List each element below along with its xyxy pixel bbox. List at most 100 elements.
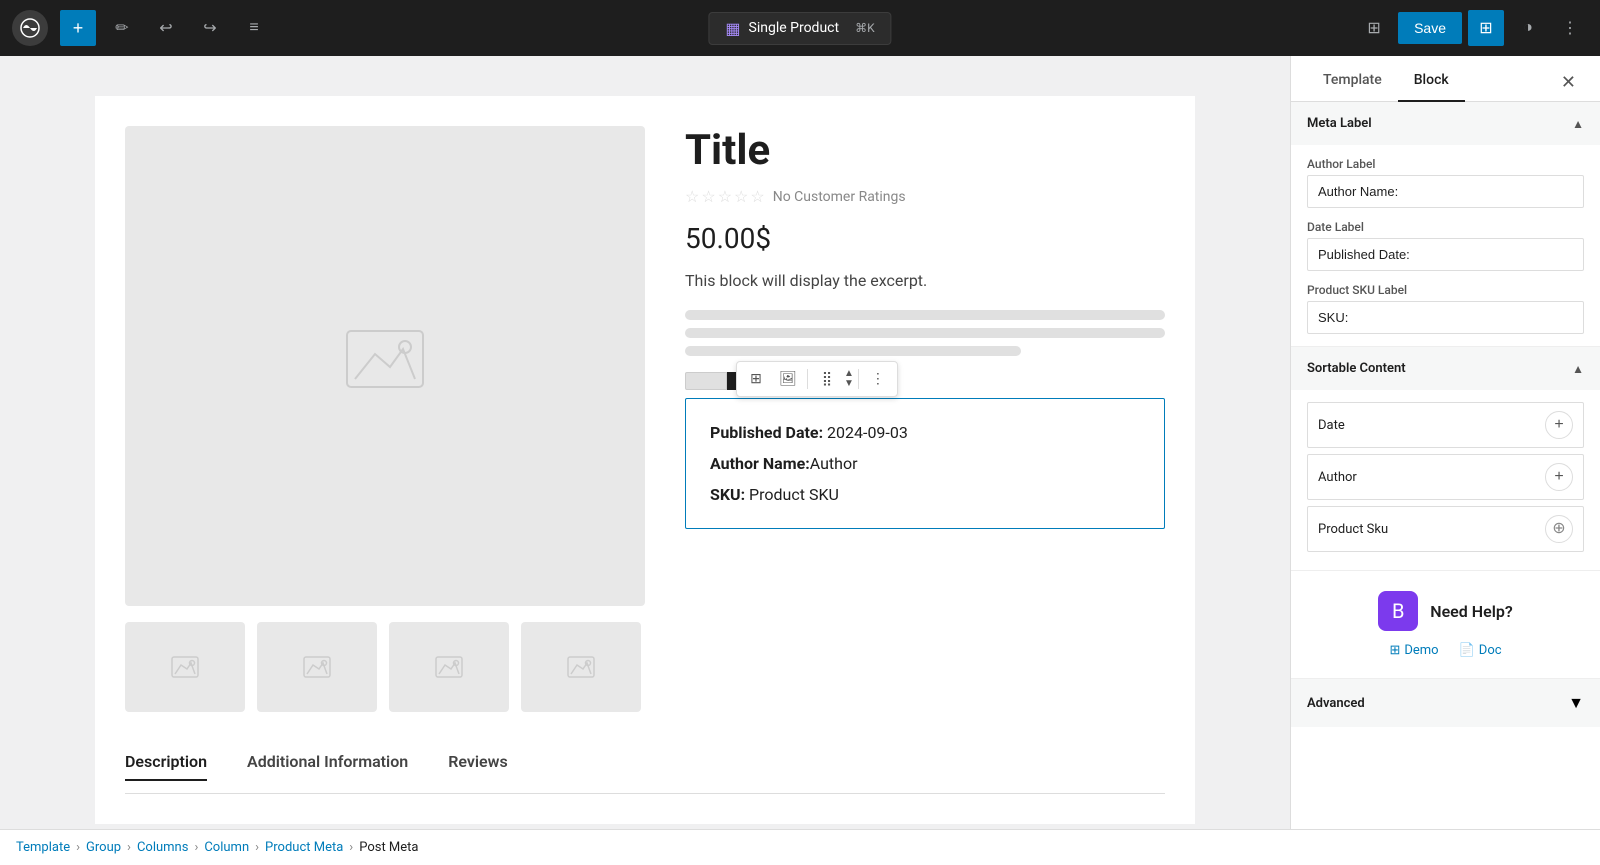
sortable-item-date[interactable]: Date + bbox=[1307, 402, 1584, 448]
meta-author-value: Author bbox=[810, 454, 858, 473]
thumbnail-2[interactable] bbox=[257, 622, 377, 712]
product-tabs: Description Additional Information Revie… bbox=[125, 752, 1165, 794]
bar-1 bbox=[685, 310, 1165, 320]
breadcrumb-post-meta[interactable]: Post Meta bbox=[359, 840, 418, 855]
product-page: Title ☆ ☆ ☆ ☆ ☆ No Customer Ratings 50.0… bbox=[95, 96, 1195, 824]
add-block-button[interactable]: + bbox=[60, 10, 96, 46]
tools-button[interactable]: ✏ bbox=[104, 10, 140, 46]
help-links: ⊞ Demo 📄 Doc bbox=[1389, 643, 1501, 658]
save-button[interactable]: Save bbox=[1398, 12, 1462, 44]
sortable-content-body: Date + Author + Product Sku ⊕ bbox=[1291, 390, 1600, 570]
meta-toolbar-arrows: ▲ ▼ bbox=[844, 369, 854, 389]
stars: ☆ ☆ ☆ ☆ ☆ bbox=[685, 187, 765, 206]
product-content: Title ☆ ☆ ☆ ☆ ☆ No Customer Ratings 50.0… bbox=[125, 126, 1165, 712]
star-3: ☆ bbox=[718, 187, 732, 206]
breadcrumb-columns[interactable]: Columns bbox=[137, 840, 189, 855]
template-badge[interactable]: ▦ Single Product ⌘K bbox=[708, 12, 891, 45]
author-label-input[interactable] bbox=[1307, 175, 1584, 208]
product-loading-bars bbox=[685, 310, 1165, 356]
star-4: ☆ bbox=[734, 187, 748, 206]
template-label: Single Product bbox=[749, 20, 840, 36]
meta-toolbar-icon-drag[interactable]: ⣿ bbox=[812, 364, 842, 394]
redo-button[interactable]: ↪ bbox=[192, 10, 228, 46]
demo-label: Demo bbox=[1404, 643, 1438, 658]
meta-sku-val: Product SKU bbox=[749, 485, 839, 504]
demo-link[interactable]: ⊞ Demo bbox=[1389, 643, 1438, 658]
breadcrumb-sep-5: › bbox=[349, 840, 353, 855]
tab-reviews[interactable]: Reviews bbox=[448, 752, 508, 781]
rating-text: No Customer Ratings bbox=[773, 189, 906, 205]
product-thumbnails bbox=[125, 622, 645, 712]
meta-published-date-label: Published Date: bbox=[710, 423, 823, 442]
date-label-input[interactable] bbox=[1307, 238, 1584, 271]
product-title: Title bbox=[685, 126, 1165, 175]
meta-toolbar-icon-grid[interactable]: ⊞ bbox=[741, 364, 771, 394]
main-image-placeholder-icon bbox=[345, 329, 425, 404]
meta-label-section: Meta Label ▲ Author Label Date Label Pro… bbox=[1291, 102, 1600, 347]
sortable-content-section: Sortable Content ▲ Date + Author + Produ… bbox=[1291, 347, 1600, 571]
sortable-sku-add[interactable]: ⊕ bbox=[1545, 515, 1573, 543]
doc-label: Doc bbox=[1479, 643, 1502, 658]
breadcrumb-column[interactable]: Column bbox=[204, 840, 249, 855]
breadcrumb-bar: Template › Group › Columns › Column › Pr… bbox=[0, 829, 1600, 865]
sku-label-input[interactable] bbox=[1307, 301, 1584, 334]
block-btn-first[interactable] bbox=[685, 372, 727, 390]
list-view-button[interactable]: ≡ bbox=[236, 10, 272, 46]
breadcrumb-sep-3: › bbox=[194, 840, 198, 855]
theme-button[interactable]: ⊞ bbox=[1468, 10, 1504, 46]
meta-label-section-header[interactable]: Meta Label ▲ bbox=[1291, 102, 1600, 145]
advanced-chevron: ▼ bbox=[1568, 693, 1584, 713]
meta-sku: SKU: Product SKU bbox=[710, 485, 1140, 504]
sortable-item-author[interactable]: Author + bbox=[1307, 454, 1584, 500]
product-info-column: Title ☆ ☆ ☆ ☆ ☆ No Customer Ratings 50.0… bbox=[685, 126, 1165, 712]
panel-close-button[interactable]: ✕ bbox=[1553, 64, 1584, 101]
meta-toolbar-divider bbox=[807, 369, 808, 389]
advanced-header[interactable]: Advanced ▼ bbox=[1291, 679, 1600, 727]
breadcrumb-sep-1: › bbox=[76, 840, 80, 855]
canvas: Title ☆ ☆ ☆ ☆ ☆ No Customer Ratings 50.0… bbox=[0, 56, 1290, 829]
advanced-title: Advanced bbox=[1307, 696, 1365, 711]
author-label-field-label: Author Label bbox=[1307, 157, 1584, 171]
tab-additional-info[interactable]: Additional Information bbox=[247, 752, 408, 781]
bar-2 bbox=[685, 328, 1165, 338]
sortable-item-sku[interactable]: Product Sku ⊕ bbox=[1307, 506, 1584, 552]
layout-button[interactable]: ⊞ bbox=[1356, 10, 1392, 46]
meta-author: Author Name:Author bbox=[710, 454, 1140, 473]
tab-description[interactable]: Description bbox=[125, 752, 207, 781]
tab-template[interactable]: Template bbox=[1307, 56, 1398, 102]
thumbnail-4[interactable] bbox=[521, 622, 641, 712]
breadcrumb-product-meta[interactable]: Product Meta bbox=[265, 840, 343, 855]
meta-published-date-val: 2024-09-03 bbox=[827, 423, 908, 442]
date-label-field-label: Date Label bbox=[1307, 220, 1584, 234]
wp-logo bbox=[12, 10, 48, 46]
breadcrumb-group[interactable]: Group bbox=[86, 840, 121, 855]
meta-published-date: Published Date: 2024-09-03 bbox=[710, 423, 1140, 442]
product-rating: ☆ ☆ ☆ ☆ ☆ No Customer Ratings bbox=[685, 187, 1165, 206]
meta-arrow-down[interactable]: ▼ bbox=[844, 379, 854, 389]
sortable-content-header[interactable]: Sortable Content ▲ bbox=[1291, 347, 1600, 390]
meta-block[interactable]: ⊞ 🖼 ⣿ ▲ ▼ ⋮ Published Dat bbox=[685, 398, 1165, 529]
topbar-right: ⊞ Save ⊞ ◑ ⋮ bbox=[1356, 10, 1588, 46]
help-section: B Need Help? ⊞ Demo 📄 Doc bbox=[1291, 571, 1600, 678]
doc-icon: 📄 bbox=[1459, 643, 1475, 658]
breadcrumb-template[interactable]: Template bbox=[16, 840, 70, 855]
meta-label-body: Author Label Date Label Product SKU Labe… bbox=[1291, 145, 1600, 346]
advanced-section: Advanced ▼ bbox=[1291, 678, 1600, 727]
template-icon: ▦ bbox=[725, 19, 740, 38]
meta-toolbar-icon-more[interactable]: ⋮ bbox=[863, 364, 893, 394]
right-panel: Template Block ✕ Meta Label ▲ Author Lab… bbox=[1290, 56, 1600, 829]
more-options-button[interactable]: ⋮ bbox=[1552, 10, 1588, 46]
sortable-author-add[interactable]: + bbox=[1545, 463, 1573, 491]
help-brand-letter: B bbox=[1392, 599, 1404, 623]
contrast-button[interactable]: ◑ bbox=[1510, 10, 1546, 46]
tab-block[interactable]: Block bbox=[1398, 56, 1465, 102]
sortable-date-add[interactable]: + bbox=[1545, 411, 1573, 439]
meta-toolbar-icon-image[interactable]: 🖼 bbox=[773, 364, 803, 394]
thumbnail-1[interactable] bbox=[125, 622, 245, 712]
doc-link[interactable]: 📄 Doc bbox=[1459, 643, 1502, 658]
help-logo-icon: B bbox=[1378, 591, 1418, 631]
meta-label-title: Meta Label bbox=[1307, 116, 1372, 131]
thumbnail-3[interactable] bbox=[389, 622, 509, 712]
undo-button[interactable]: ↩ bbox=[148, 10, 184, 46]
star-5: ☆ bbox=[750, 187, 764, 206]
